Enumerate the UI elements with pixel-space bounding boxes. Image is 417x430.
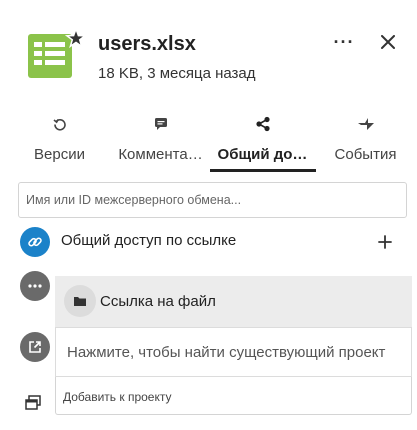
- activity-icon: [357, 118, 374, 130]
- more-icon: [28, 284, 42, 288]
- tab-comments-label: Коммента…: [118, 146, 203, 163]
- tab-versions-label: Версии: [34, 146, 85, 163]
- file-meta: 18 KB, 3 месяца назад: [98, 65, 256, 82]
- external-link-icon: [29, 341, 41, 353]
- active-tab-indicator: [210, 169, 316, 172]
- file-link-label: Ссылка на файл: [100, 293, 216, 310]
- share-icon: [255, 116, 270, 132]
- close-icon: [381, 35, 395, 49]
- history-icon: [52, 118, 66, 131]
- projects-icon: [25, 395, 41, 410]
- open-external-button[interactable]: [20, 332, 50, 362]
- file-name: users.xlsx: [98, 33, 196, 55]
- share-link-avatar: [20, 227, 50, 257]
- tab-activity[interactable]: События: [318, 106, 413, 172]
- tab-comments[interactable]: Коммента…: [113, 106, 208, 172]
- spreadsheet-file-icon: [25, 26, 88, 86]
- add-link-button[interactable]: [370, 227, 400, 257]
- plus-icon: [378, 235, 392, 249]
- tab-sharing[interactable]: Общий до…: [215, 106, 310, 172]
- more-options-button[interactable]: ···: [326, 26, 362, 58]
- link-menu-button[interactable]: [20, 271, 50, 301]
- close-button[interactable]: [370, 26, 406, 58]
- tab-versions[interactable]: Версии: [12, 106, 107, 172]
- folder-avatar: [64, 285, 96, 317]
- project-search-label: Нажмите, чтобы найти существующий проект: [67, 344, 386, 361]
- folder-icon: [74, 297, 86, 306]
- link-icon: [28, 237, 42, 247]
- add-to-project-label: Добавить к проекту: [63, 390, 172, 404]
- tab-activity-label: События: [334, 146, 397, 163]
- add-to-project-avatar: [24, 394, 42, 412]
- more-icon: ···: [333, 31, 355, 52]
- share-search-input[interactable]: [18, 182, 407, 218]
- tab-sharing-label: Общий до…: [217, 146, 308, 163]
- link-share-label: Общий доступ по ссылке: [61, 232, 237, 249]
- comment-icon: [154, 118, 167, 130]
